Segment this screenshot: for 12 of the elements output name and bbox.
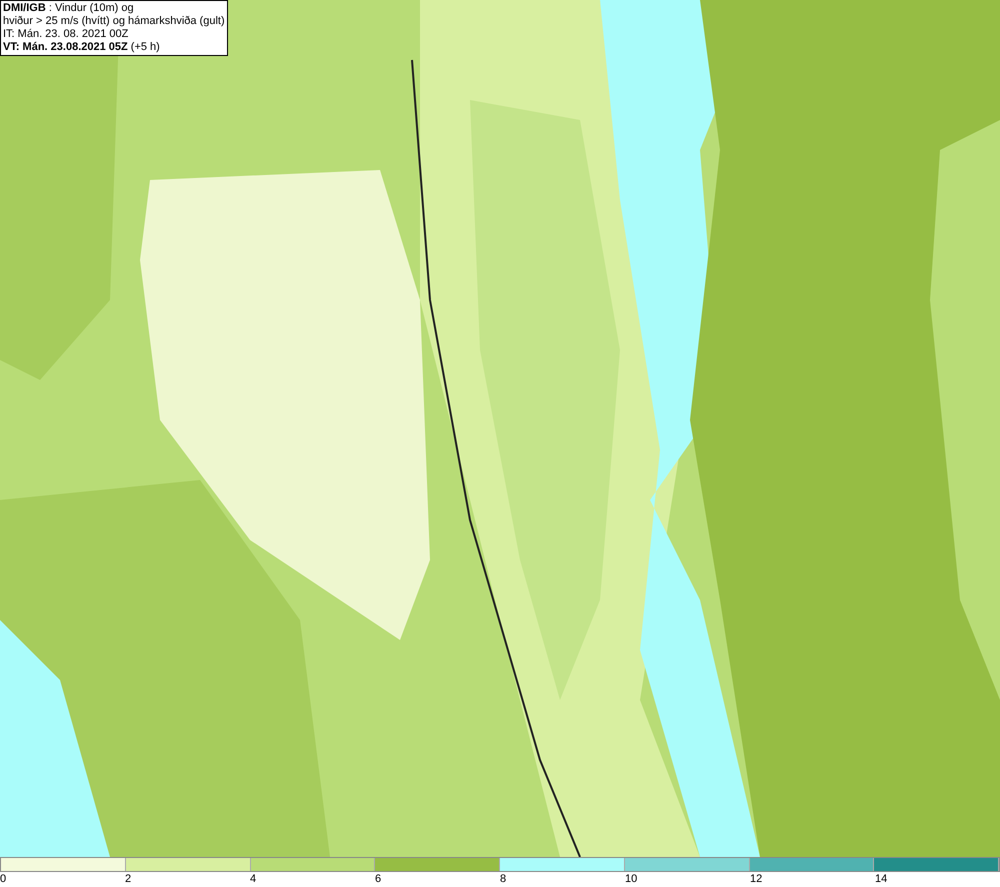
legend-label: 6 (375, 872, 382, 886)
info-text: DMI/IGB : Vindur (10m) og (3, 2, 135, 15)
info-text: VT: Mán. 23.08.2021 05Z (+5 h) (3, 41, 161, 54)
legend-label: 10 (625, 872, 638, 886)
legend-label: 8 (500, 872, 506, 886)
info-text: IT: Mán. 23. 08. 2021 00Z (3, 28, 130, 41)
info-text: hviður > 25 m/s (hvítt) og hámarkshviða (gult) (3, 15, 225, 28)
legend-label: 0 (0, 872, 6, 886)
legend-label: 12 (750, 872, 762, 886)
legend-label: 2 (125, 872, 132, 886)
legend-label: 14 (875, 872, 888, 886)
legend-label: 4 (250, 872, 256, 886)
